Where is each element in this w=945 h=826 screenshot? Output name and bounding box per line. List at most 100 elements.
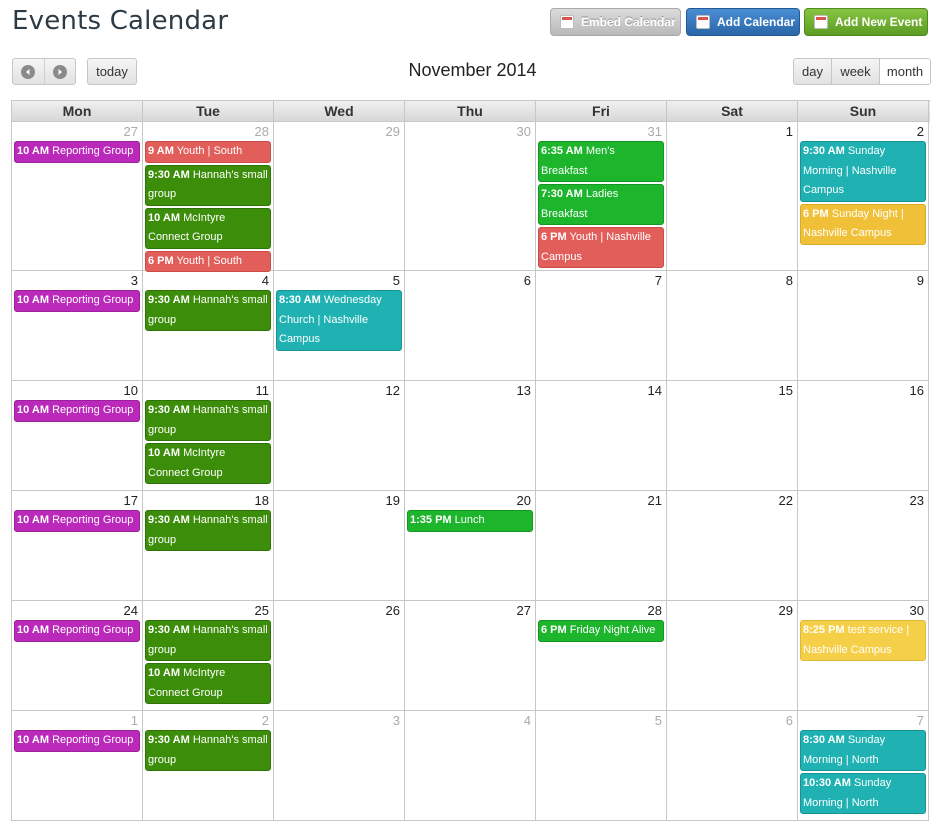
calendar-event[interactable]: 8:30 AM Wednesday Church | Nashville Cam… bbox=[276, 290, 402, 351]
day-cell[interactable]: 29 bbox=[667, 601, 798, 711]
day-cell[interactable]: 4 9:30 AM Hannah's small group bbox=[143, 271, 274, 381]
day-cell[interactable]: 7 8:30 AM Sunday Morning | North 10:30 AM … bbox=[798, 711, 929, 821]
day-cell[interactable]: 3 bbox=[274, 711, 405, 821]
event-title: Friday Night Alive bbox=[569, 624, 656, 636]
day-cell[interactable]: 22 bbox=[667, 491, 798, 601]
calendar-event[interactable]: 10 AM McIntyre Connect Group bbox=[145, 443, 271, 484]
day-cell[interactable]: 7 bbox=[536, 271, 667, 381]
event-time: 9:30 AM bbox=[803, 145, 845, 157]
day-number: 13 bbox=[516, 383, 531, 398]
day-cell[interactable]: 11 9:30 AM Hannah's small group 10 AM McIn… bbox=[143, 381, 274, 491]
day-cell[interactable]: 31 6:35 AM Men's Breakfast 7:30 AM Ladies … bbox=[536, 122, 667, 271]
day-cell[interactable]: 16 bbox=[798, 381, 929, 491]
calendar-event[interactable]: 8:25 PM test service | Nashville Campus bbox=[800, 620, 926, 661]
calendar-event[interactable]: 10 AM Reporting Group bbox=[14, 730, 140, 752]
calendar-event[interactable]: 6 PM Friday Night Alive bbox=[538, 620, 664, 642]
event-time: 10 AM bbox=[148, 211, 180, 224]
calendar-event[interactable]: 9:30 AM Hannah's small group bbox=[145, 730, 271, 771]
day-cell[interactable]: 17 10 AM Reporting Group bbox=[12, 491, 143, 601]
day-events: 9:30 AM Hannah's small group bbox=[145, 730, 271, 773]
day-number: 31 bbox=[647, 124, 662, 139]
next-month-button[interactable] bbox=[43, 59, 76, 84]
day-cell[interactable]: 9 bbox=[798, 271, 929, 381]
day-cell[interactable]: 12 bbox=[274, 381, 405, 491]
calendar-event[interactable]: 6:35 AM Men's Breakfast bbox=[538, 141, 664, 182]
prev-month-button[interactable] bbox=[13, 59, 44, 84]
day-cell[interactable]: 5 8:30 AM Wednesday Church | Nashville Ca… bbox=[274, 271, 405, 381]
day-cell[interactable]: 4 bbox=[405, 711, 536, 821]
embed-calendar-button[interactable]: Embed Calendar bbox=[550, 8, 681, 36]
day-number: 25 bbox=[254, 603, 269, 618]
day-number: 24 bbox=[123, 603, 138, 618]
day-number: 5 bbox=[392, 273, 400, 288]
day-cell[interactable]: 24 10 AM Reporting Group bbox=[12, 601, 143, 711]
event-title: Lunch bbox=[454, 514, 485, 526]
day-cell[interactable]: 2 9:30 AM Hannah's small group bbox=[143, 711, 274, 821]
day-number: 7 bbox=[654, 273, 662, 288]
day-cell[interactable]: 1 10 AM Reporting Group bbox=[12, 711, 143, 821]
day-cell[interactable]: 10 10 AM Reporting Group bbox=[12, 381, 143, 491]
day-cell[interactable]: 5 bbox=[536, 711, 667, 821]
event-time: 8:25 PM bbox=[803, 624, 845, 636]
calendar-event[interactable]: 9:30 AM Hannah's small group bbox=[145, 290, 271, 331]
day-cell[interactable]: 19 bbox=[274, 491, 405, 601]
calendar-event[interactable]: 10:30 AM Sunday Morning | North bbox=[800, 773, 926, 814]
day-cell[interactable]: 13 bbox=[405, 381, 536, 491]
day-cell[interactable]: 27 bbox=[405, 601, 536, 711]
day-cell[interactable]: 14 bbox=[536, 381, 667, 491]
calendar-event[interactable]: 10 AM Reporting Group bbox=[14, 620, 140, 642]
day-cell[interactable]: 8 bbox=[667, 271, 798, 381]
day-cell[interactable]: 2 9:30 AM Sunday Morning | Nashville Camp… bbox=[798, 122, 929, 271]
day-cell[interactable]: 27 10 AM Reporting Group bbox=[12, 122, 143, 271]
calendar-event[interactable]: 9:30 AM Hannah's small group bbox=[145, 510, 271, 551]
calendar-event[interactable]: 9:30 AM Hannah's small group bbox=[145, 400, 271, 441]
calendar-event[interactable]: 1:35 PM Lunch bbox=[407, 510, 533, 532]
calendar-event[interactable]: 10 AM Reporting Group bbox=[14, 510, 140, 532]
add-new-event-button[interactable]: Add New Event bbox=[804, 8, 928, 36]
calendar-event[interactable]: 9 AM Youth | South bbox=[145, 141, 271, 163]
day-cell[interactable]: 28 9 AM Youth | South 9:30 AM Hannah's sma… bbox=[143, 122, 274, 272]
day-cell[interactable]: 1 bbox=[667, 122, 798, 271]
day-cell[interactable]: 20 1:35 PM Lunch bbox=[405, 491, 536, 601]
day-number: 3 bbox=[392, 713, 400, 728]
day-cell[interactable]: 18 9:30 AM Hannah's small group bbox=[143, 491, 274, 601]
calendar-event[interactable]: 9:30 AM Sunday Morning | Nashville Campu… bbox=[800, 141, 926, 202]
day-number: 7 bbox=[916, 713, 924, 728]
day-number: 2 bbox=[916, 124, 924, 139]
calendar-event[interactable]: 6 PM Youth | Nashville Campus bbox=[538, 227, 664, 268]
day-cell[interactable]: 15 bbox=[667, 381, 798, 491]
day-events: 9:30 AM Sunday Morning | Nashville Campu… bbox=[800, 141, 926, 247]
day-cell[interactable]: 23 bbox=[798, 491, 929, 601]
day-cell[interactable]: 6 bbox=[405, 271, 536, 381]
day-cell[interactable]: 21 bbox=[536, 491, 667, 601]
calendar-event[interactable]: 10 AM Reporting Group bbox=[14, 400, 140, 422]
add-calendar-button[interactable]: Add Calendar bbox=[686, 8, 800, 36]
calendar-event[interactable]: 6 PM Sunday Night | Nashville Campus bbox=[800, 203, 926, 245]
today-button[interactable]: today bbox=[87, 58, 137, 85]
view-week-button[interactable]: week bbox=[831, 59, 879, 84]
week-row: 10 10 AM Reporting Group 11 9:30 AM Hannah'… bbox=[12, 381, 930, 491]
day-cell[interactable]: 26 bbox=[274, 601, 405, 711]
day-cell[interactable]: 3 10 AM Reporting Group bbox=[12, 271, 143, 381]
view-month-button[interactable]: month bbox=[879, 59, 930, 84]
day-cell[interactable]: 29 bbox=[274, 122, 405, 271]
calendar-event[interactable]: 10 AM Reporting Group bbox=[14, 141, 140, 163]
day-cell[interactable]: 28 6 PM Friday Night Alive bbox=[536, 601, 667, 711]
calendar-event[interactable]: 10 AM McIntyre Connect Group bbox=[145, 663, 271, 704]
calendar-event[interactable]: 10 AM McIntyre Connect Group bbox=[145, 207, 271, 249]
day-cell[interactable]: 6 bbox=[667, 711, 798, 821]
calendar-event[interactable]: 6 PM Youth | South bbox=[145, 250, 271, 272]
calendar-event[interactable]: 9:30 AM Hannah's small group bbox=[145, 164, 271, 206]
day-cell[interactable]: 30 8:25 PM test service | Nashville Campu… bbox=[798, 601, 929, 711]
calendar-event[interactable]: 8:30 AM Sunday Morning | North bbox=[800, 730, 926, 771]
calendar-event[interactable]: 10 AM Reporting Group bbox=[14, 290, 140, 312]
weekday-label: Wed bbox=[274, 101, 405, 122]
day-cell[interactable]: 30 bbox=[405, 122, 536, 271]
calendar-event[interactable]: 7:30 AM Ladies Breakfast bbox=[538, 184, 664, 225]
calendar-event[interactable]: 9:30 AM Hannah's small group bbox=[145, 620, 271, 661]
view-day-button[interactable]: day bbox=[794, 59, 831, 84]
day-events: 8:30 AM Wednesday Church | Nashville Cam… bbox=[276, 290, 402, 353]
day-cell[interactable]: 25 9:30 AM Hannah's small group 10 AM McIn… bbox=[143, 601, 274, 711]
weekday-label: Tue bbox=[143, 101, 274, 122]
day-number: 14 bbox=[647, 383, 662, 398]
